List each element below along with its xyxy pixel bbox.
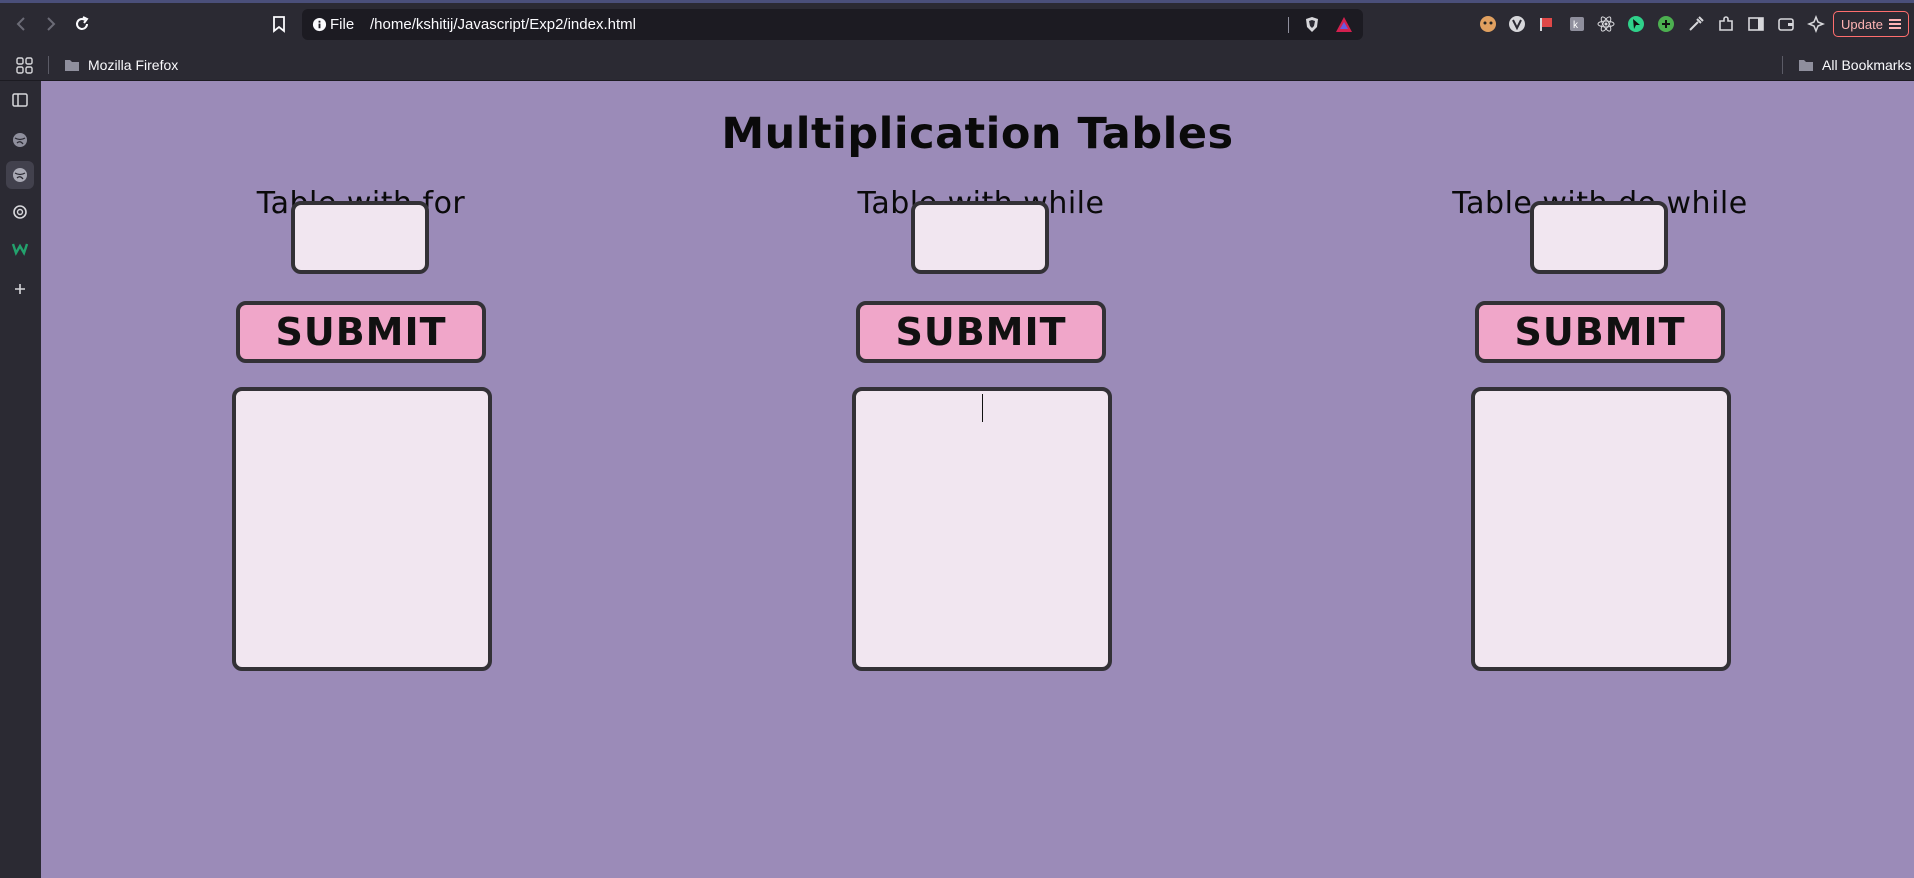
number-input-for[interactable] <box>291 201 429 274</box>
menu-icon <box>1888 19 1901 29</box>
brave-rewards-icon[interactable] <box>1335 16 1353 33</box>
wallet-icon[interactable] <box>1777 15 1795 33</box>
brave-shield-icon[interactable] <box>1304 16 1320 33</box>
react-devtools-icon[interactable] <box>1597 15 1615 33</box>
bookmark-folder-label: All Bookmarks <box>1822 56 1912 73</box>
number-input-while[interactable] <box>911 201 1049 274</box>
color-picker-icon[interactable] <box>1687 15 1705 33</box>
reload-icon[interactable] <box>70 12 94 36</box>
update-button[interactable]: Update <box>1833 11 1909 37</box>
number-input-do-while[interactable] <box>1530 201 1668 274</box>
window-accent <box>0 0 1914 3</box>
forward-icon[interactable] <box>38 12 62 36</box>
bookmark-folder-label: Mozilla Firefox <box>88 56 179 73</box>
output-box-do-while[interactable] <box>1471 387 1731 671</box>
cursor-extension-icon[interactable] <box>1627 15 1645 33</box>
bookmark-folder-mozilla-firefox[interactable]: Mozilla Firefox <box>64 48 178 81</box>
globe-icon[interactable] <box>6 161 34 189</box>
output-box-while[interactable] <box>852 387 1112 671</box>
bookmark-folder-all-bookmarks[interactable]: All Bookmarks <box>1798 48 1911 81</box>
page-title: Multiplication Tables <box>721 109 1234 159</box>
output-box-for[interactable] <box>232 387 492 671</box>
text-cursor <box>982 394 983 422</box>
url-divider <box>1288 17 1289 33</box>
extensions-puzzle-icon[interactable] <box>1717 15 1735 33</box>
browser-sidebar <box>0 81 41 878</box>
url-text[interactable]: /home/kshitij/Javascript/Exp2/index.html <box>370 9 636 40</box>
info-icon[interactable] <box>312 17 327 32</box>
submit-button-for[interactable]: SUBMIT <box>236 301 486 363</box>
folder-icon <box>65 59 79 71</box>
bookmark-icon[interactable] <box>267 12 291 36</box>
w-logo-icon[interactable] <box>10 238 30 258</box>
add-extension-icon[interactable] <box>1657 15 1675 33</box>
extension-face-icon[interactable] <box>1479 15 1497 33</box>
bookmarks-separator <box>48 56 49 74</box>
chatgpt-icon[interactable] <box>10 202 30 222</box>
web-page: Multiplication Tables Table with for SUB… <box>41 81 1914 878</box>
extension-k-icon[interactable]: k <box>1568 15 1586 33</box>
extension-flag-icon[interactable] <box>1537 15 1555 33</box>
address-bar[interactable]: File /home/kshitij/Javascript/Exp2/index… <box>302 9 1363 40</box>
back-icon[interactable] <box>10 12 34 36</box>
plus-icon[interactable] <box>10 279 30 299</box>
leo-ai-icon[interactable] <box>1807 15 1825 33</box>
sidebar-toggle-icon[interactable] <box>1747 15 1765 33</box>
submit-button-while[interactable]: SUBMIT <box>856 301 1106 363</box>
globe-icon[interactable] <box>10 130 30 150</box>
update-label: Update <box>1841 16 1883 32</box>
bookmarks-separator <box>1782 56 1783 74</box>
browser-toolbar: File /home/kshitij/Javascript/Exp2/index… <box>0 0 1914 48</box>
sidebar-panel-icon[interactable] <box>10 90 30 110</box>
bookmarks-bar: Mozilla Firefox All Bookmarks <box>0 48 1914 81</box>
submit-button-do-while[interactable]: SUBMIT <box>1475 301 1725 363</box>
url-scheme: File <box>330 16 355 33</box>
folder-icon <box>1799 59 1813 71</box>
extension-v-icon[interactable] <box>1508 15 1526 33</box>
apps-grid-icon[interactable] <box>16 57 33 74</box>
